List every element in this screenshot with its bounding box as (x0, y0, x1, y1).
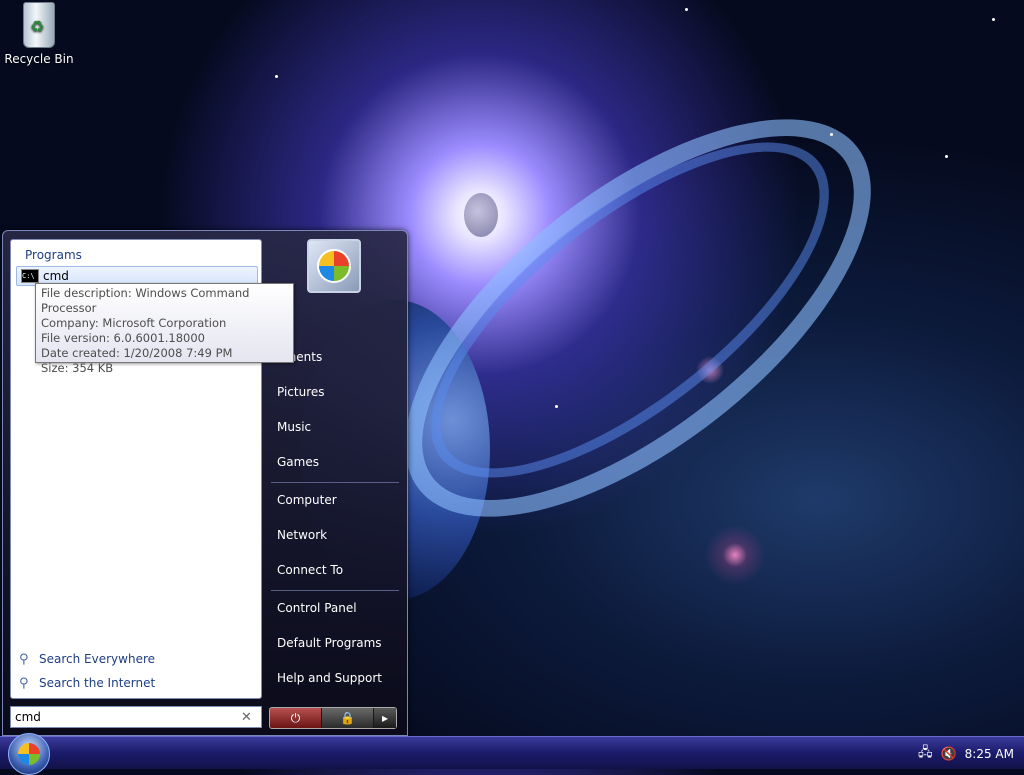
search-icon: ⚲ (19, 652, 29, 667)
file-info-tooltip: File description: Windows Command Proces… (35, 283, 294, 375)
tooltip-line: File description: Windows Command Proces… (41, 286, 250, 315)
start-search-box[interactable]: ✕ (10, 706, 262, 728)
right-item-control-panel[interactable]: Control Panel (277, 601, 357, 615)
wallpaper-star (992, 18, 995, 21)
right-item-connect-to[interactable]: Connect To (277, 563, 343, 577)
right-item-default-programs[interactable]: Default Programs (277, 636, 382, 650)
start-search-input[interactable] (15, 710, 235, 724)
search-internet-link[interactable]: ⚲ Search the Internet (19, 676, 156, 691)
windows-logo-icon (18, 743, 40, 765)
wallpaper-moon (464, 193, 498, 237)
command-prompt-icon: C:\ (21, 269, 39, 283)
chevron-right-icon: ▸ (381, 711, 389, 725)
search-link-label: Search Everywhere (39, 652, 155, 666)
recycle-bin-icon (23, 2, 55, 48)
menu-separator (271, 482, 399, 483)
search-link-label: Search the Internet (39, 676, 156, 690)
desktop-icon-label: Recycle Bin (4, 52, 74, 66)
right-item-network[interactable]: Network (277, 528, 327, 542)
wallpaper-star (555, 405, 558, 408)
right-item-pictures[interactable]: Pictures (277, 385, 325, 399)
search-icon: ⚲ (19, 676, 29, 691)
network-icon[interactable]: 🖧 (918, 743, 933, 765)
windows-logo-icon (317, 249, 351, 283)
start-button[interactable] (8, 733, 50, 775)
desktop-icon-recycle-bin[interactable]: Recycle Bin (4, 2, 74, 66)
shutdown-options-button[interactable]: ▸ (374, 708, 396, 728)
search-everywhere-link[interactable]: ⚲ Search Everywhere (19, 652, 155, 667)
wallpaper-star (685, 8, 688, 11)
tooltip-line: File version: 6.0.6001.18000 (41, 331, 205, 345)
volume-muted-icon[interactable]: 🔇 (940, 747, 956, 762)
clear-search-icon[interactable]: ✕ (241, 710, 252, 725)
system-tray: 🖧 🔇 8:25 AM (918, 743, 1014, 765)
tooltip-line: Company: Microsoft Corporation (41, 316, 227, 330)
clock[interactable]: 8:25 AM (965, 747, 1014, 761)
wallpaper-star (275, 75, 278, 78)
program-result-label: cmd (43, 269, 69, 283)
power-button[interactable]: ⏻ (270, 708, 322, 728)
menu-separator (271, 590, 399, 591)
tooltip-line: Size: 354 KB (41, 361, 114, 375)
power-bar: ⏻ 🔒 ▸ (269, 707, 397, 729)
right-item-music[interactable]: Music (277, 420, 311, 434)
taskbar: 🖧 🔇 8:25 AM (0, 733, 1024, 775)
right-item-help-support[interactable]: Help and Support (277, 671, 382, 685)
user-picture[interactable] (307, 239, 361, 293)
wallpaper-star (830, 133, 833, 136)
right-item-games[interactable]: Games (277, 455, 319, 469)
power-icon: ⏻ (290, 710, 301, 725)
right-item-computer[interactable]: Computer (277, 493, 337, 507)
tooltip-line: Date created: 1/20/2008 7:49 PM (41, 346, 233, 360)
wallpaper-star (945, 155, 948, 158)
lock-button[interactable]: 🔒 (322, 708, 374, 728)
programs-section-title: Programs (25, 248, 82, 262)
lock-icon: 🔒 (340, 711, 355, 725)
